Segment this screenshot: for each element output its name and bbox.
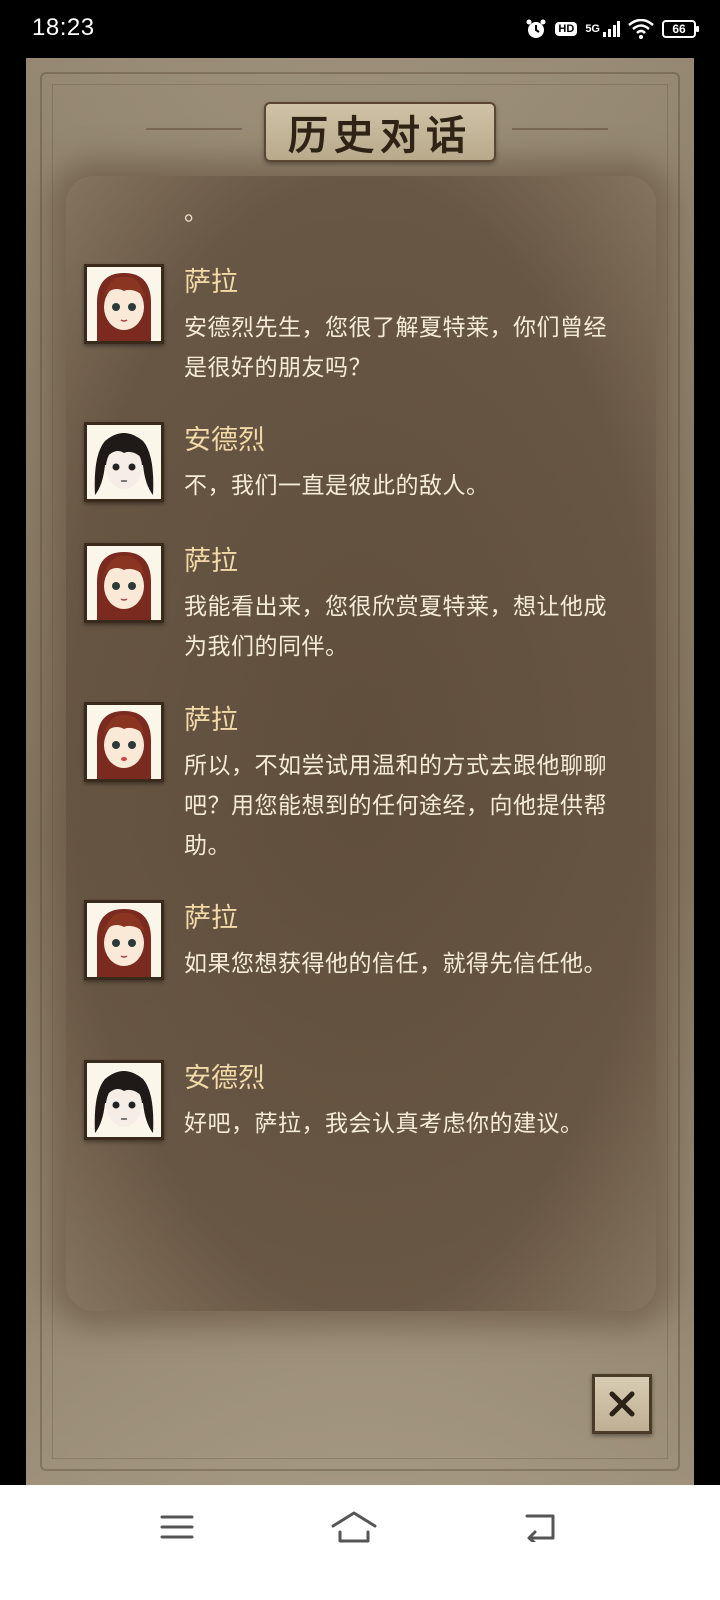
sara-avatar — [84, 900, 164, 980]
sara-avatar — [84, 264, 164, 344]
speaker-name: 萨拉 — [184, 267, 238, 298]
speaker-name: 萨拉 — [184, 705, 238, 736]
home-button[interactable] — [329, 1507, 379, 1547]
status-icons: HD 5G 66 — [525, 14, 699, 44]
menu-icon — [160, 1513, 194, 1541]
message-text: 我能看出来，您很欣赏夏特莱，想让他成为我们的同伴。 — [184, 594, 607, 660]
signal-5g-icon: 5G — [585, 20, 620, 38]
message-text: 所以，不如尝试用温和的方式去跟他聊聊吧？用您能想到的任何途经，向他提供帮助。 — [184, 753, 607, 859]
andre-avatar — [84, 1060, 164, 1140]
wifi-icon — [628, 19, 654, 39]
navigation-bar — [0, 1485, 720, 1600]
message-text: 如果您想获得他的信任，就得先信任他。 — [184, 951, 607, 977]
sara-avatar — [84, 543, 164, 623]
title-plate: 历史对话 — [264, 102, 496, 162]
menu-button[interactable] — [152, 1507, 202, 1547]
speaker-name: 萨拉 — [184, 903, 238, 934]
truncated-previous-text: 。 — [184, 198, 208, 226]
back-button[interactable] — [514, 1507, 564, 1547]
battery-icon: 66 — [662, 20, 699, 38]
title-ornament-right — [512, 128, 608, 130]
speaker-name: 安德烈 — [184, 425, 265, 456]
close-button[interactable] — [592, 1374, 652, 1434]
home-icon — [330, 1510, 378, 1544]
hd-icon: HD — [555, 22, 578, 36]
message-text: 好吧，萨拉，我会认真考虑你的建议。 — [184, 1111, 584, 1137]
alarm-icon — [525, 18, 547, 40]
message-text: 不，我们一直是彼此的敌人。 — [184, 473, 490, 499]
page-title: 历史对话 — [288, 112, 472, 159]
sara-avatar — [84, 702, 164, 782]
message-text: 安德烈先生，您很了解夏特莱，你们曾经是很好的朋友吗？ — [184, 315, 607, 381]
network-label: 5G — [585, 23, 600, 35]
speaker-name: 萨拉 — [184, 546, 238, 577]
andre-avatar — [84, 422, 164, 502]
speaker-name: 安德烈 — [184, 1063, 265, 1094]
close-icon — [607, 1389, 637, 1419]
status-time: 18:23 — [32, 14, 95, 41]
dialog-history-panel: 历史对话 。 萨拉 安德烈先生，您很了解夏特莱，你们曾经是很好的朋友吗？ 安德烈… — [26, 58, 694, 1485]
back-icon — [521, 1512, 557, 1542]
title-ornament-left — [146, 128, 242, 130]
status-bar: 18:23 HD 5G 66 — [0, 0, 720, 58]
